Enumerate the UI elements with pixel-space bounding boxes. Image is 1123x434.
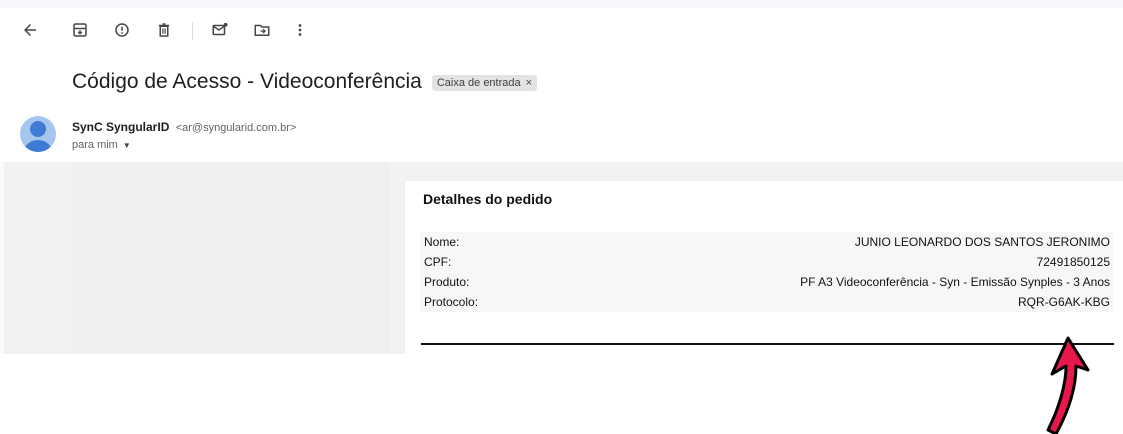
detail-row-nome: Nome: JUNIO LEONARDO DOS SANTOS JERONIMO xyxy=(420,232,1113,252)
sender-avatar[interactable] xyxy=(20,116,56,152)
details-divider xyxy=(421,343,1114,345)
detail-row-protocolo: Protocolo: RQR-G6AK-KBG xyxy=(420,292,1113,312)
detail-label: CPF: xyxy=(424,255,452,269)
recipient-line[interactable]: para mim ▼ xyxy=(72,139,131,151)
mark-unread-icon[interactable] xyxy=(206,16,234,44)
delete-icon[interactable] xyxy=(150,16,178,44)
inbox-label-chip[interactable]: Caixa de entrada × xyxy=(431,75,538,91)
order-details-table: Nome: JUNIO LEONARDO DOS SANTOS JERONIMO… xyxy=(420,232,1113,312)
report-spam-icon[interactable] xyxy=(108,16,136,44)
move-to-icon[interactable] xyxy=(248,16,276,44)
message-toolbar xyxy=(0,14,1123,48)
toolbar-divider xyxy=(192,22,193,40)
recipient-details-caret-icon[interactable]: ▼ xyxy=(123,141,131,150)
order-details-title: Detalhes do pedido xyxy=(423,191,553,207)
subject-row: Código de Acesso - Videoconferência Caix… xyxy=(72,70,538,94)
recipient-text: para mim xyxy=(72,139,118,151)
detail-row-produto: Produto: PF A3 Videoconferência - Syn - … xyxy=(420,272,1113,292)
sender-name[interactable]: SynC SyngularID xyxy=(72,120,169,134)
avatar-body xyxy=(24,140,52,152)
detail-label: Protocolo: xyxy=(424,295,479,309)
annotation-arrow-icon xyxy=(1046,336,1090,434)
more-vert-icon[interactable] xyxy=(286,16,314,44)
email-body-left-edge xyxy=(0,162,4,354)
detail-row-cpf: CPF: 72491850125 xyxy=(420,252,1113,272)
detail-value: 72491850125 xyxy=(1036,255,1110,269)
email-left-panel xyxy=(72,162,390,354)
sender-email: <ar@syngularid.com.br> xyxy=(175,122,297,134)
back-arrow-icon[interactable] xyxy=(16,16,44,44)
detail-label: Nome: xyxy=(424,235,460,249)
detail-label: Produto: xyxy=(424,275,470,289)
detail-value: RQR-G6AK-KBG xyxy=(1017,295,1110,309)
sender-line: SynC SyngularID <ar@syngularid.com.br> xyxy=(72,120,296,134)
detail-value: PF A3 Videoconferência - Syn - Emissão S… xyxy=(800,275,1110,289)
detail-value: JUNIO LEONARDO DOS SANTOS JERONIMO xyxy=(854,235,1110,249)
top-strip xyxy=(0,0,1123,8)
email-subject: Código de Acesso - Videoconferência xyxy=(72,70,422,93)
archive-icon[interactable] xyxy=(66,16,94,44)
avatar-head xyxy=(30,121,46,137)
remove-label-icon[interactable]: × xyxy=(526,77,532,89)
inbox-label-text: Caixa de entrada xyxy=(436,77,521,89)
